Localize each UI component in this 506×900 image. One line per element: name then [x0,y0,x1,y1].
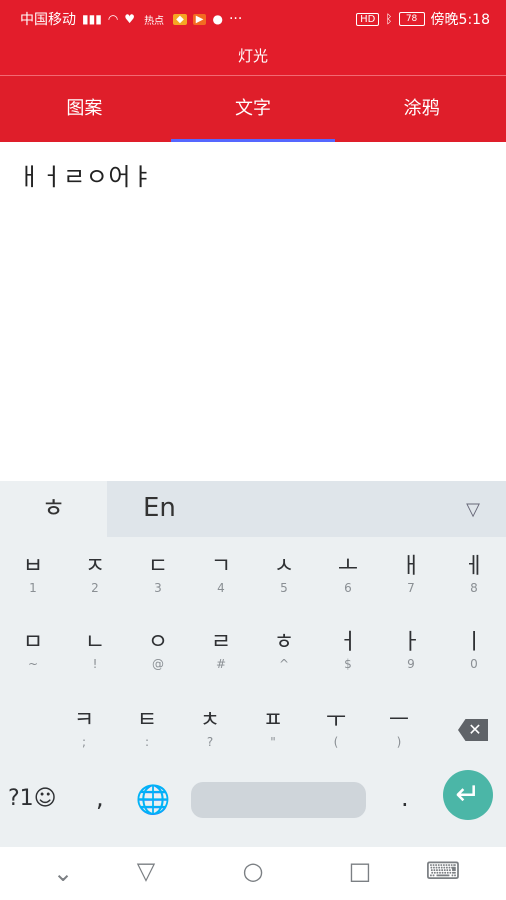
key[interactable]: ㅗ6 [318,549,378,605]
chevron-down-icon[interactable]: ⌄ [43,859,83,893]
key[interactable]: ㅋ; [54,703,114,759]
key[interactable]: ㄱ4 [191,549,251,605]
key[interactable]: ㅈ2 [65,549,125,605]
key[interactable]: ㅓ $ [318,625,378,681]
key[interactable]: ㅜ( [306,703,366,759]
key[interactable]: ㅍ " [243,703,303,759]
key[interactable]: ㅎ ^ [254,625,314,681]
carrier-label: 中国移动 [20,12,76,28]
key[interactable]: ㅌ: [117,703,177,759]
recent-apps-square-icon[interactable]: □ [340,857,380,891]
text-input-area[interactable]: ㅐㅓㄹㅇ어ㅑ [0,142,506,481]
keyboard-row-3: ㅋ; ㅌ: ㅊ? ㅍ " ㅜ( ㅡ) ✕ [0,703,506,763]
comma-key[interactable]: , [96,784,104,812]
key[interactable]: ㅊ? [180,703,240,759]
tab-text[interactable]: 文字 [169,76,338,142]
key[interactable]: ㅣ0 [444,625,504,681]
input-text: ㅐㅓㄹㅇ어ㅑ [18,163,154,191]
chevron-down-icon[interactable]: ▽ [466,499,480,520]
key[interactable]: ㄴ! [65,625,125,681]
keyboard-top-bar: ㅎ En ▽ [0,481,506,537]
app-title-bar: 灯光 [0,36,506,76]
page-title: 灯光 [237,47,268,65]
more-notifications: ··· [228,11,243,27]
heart-icon: ♥ [124,12,136,26]
key[interactable]: ㅅ5 [254,549,314,605]
back-triangle-icon[interactable]: ▽ [126,857,166,891]
globe-icon[interactable]: 🌐 [133,780,173,820]
battery-icon: 78 [398,12,425,26]
backspace-button[interactable]: ✕ [440,703,500,759]
bluetooth-icon: ᛒ [385,12,393,26]
key[interactable]: ㄷ3 [128,549,188,605]
keyboard-row-1: ㅂ1 ㅈ2 ㄷ3 ㄱ4 ㅅ5 ㅗ6 ㅐ7 ㅔ8 [0,549,506,609]
hangul-mode-button[interactable]: ㅎ [0,481,107,537]
key[interactable]: ㅂ1 [3,549,63,605]
key[interactable]: ㅇ @ [128,625,188,681]
period-key[interactable]: . [401,784,409,812]
tab-bar: 图案 文字 涂鸦 [0,76,506,142]
tab-pattern[interactable]: 图案 [0,76,169,142]
keyboard-row-2: ㅁ ~ ㄴ! ㅇ @ ㄹ # ㅎ ^ ㅓ $ ㅏ9 ㅣ0 [0,625,506,685]
key[interactable]: ㅡ) [369,703,429,759]
hd-badge: HD [356,12,380,26]
key[interactable]: ㄹ # [191,625,251,681]
key[interactable]: ㅔ8 [444,549,504,605]
enter-button[interactable]: ↵ [443,770,493,820]
korean-keyboard: ㅎ En ▽ ㅂ1 ㅈ2 ㄷ3 ㄱ4 ㅅ5 ㅗ6 ㅐ7 ㅔ8 ㅁ ~ ㄴ! ㅇ @ … [0,481,506,847]
symbols-button[interactable]: ?1☺ [8,786,57,811]
wifi-icon: ◠ [107,12,119,26]
system-nav-bar: ⌄ ▽ ○ □ ⌨ [0,847,506,900]
time-label: 傍晚5:18 [430,12,490,28]
app-notification-icon: ◆ [173,13,187,25]
play-notification-icon: ▶ [192,13,207,25]
key[interactable]: ㅁ ~ [3,625,63,681]
home-circle-icon[interactable]: ○ [233,857,273,891]
space-bar[interactable] [191,782,366,818]
status-bar: 中国移动 ▮▮▮ ◠ ♥ 热点 ◆ ▶ ● ··· HD ᛒ 78 傍晚5:18 [0,0,506,36]
english-mode-button[interactable]: En [143,493,176,523]
keyboard-bottom-row: ?1☺ , 🌐 . ↵ [0,770,506,834]
backspace-icon: ✕ [458,719,488,741]
key[interactable]: ㅏ9 [381,625,441,681]
signal-icon: ▮▮▮ [82,12,102,26]
tab-doodle[interactable]: 涂鸦 [337,76,506,142]
hotspot-badge: 热点 [144,15,165,27]
key[interactable]: ㅐ7 [381,549,441,605]
message-icon: ● [212,12,223,26]
keyboard-icon[interactable]: ⌨ [423,857,463,891]
